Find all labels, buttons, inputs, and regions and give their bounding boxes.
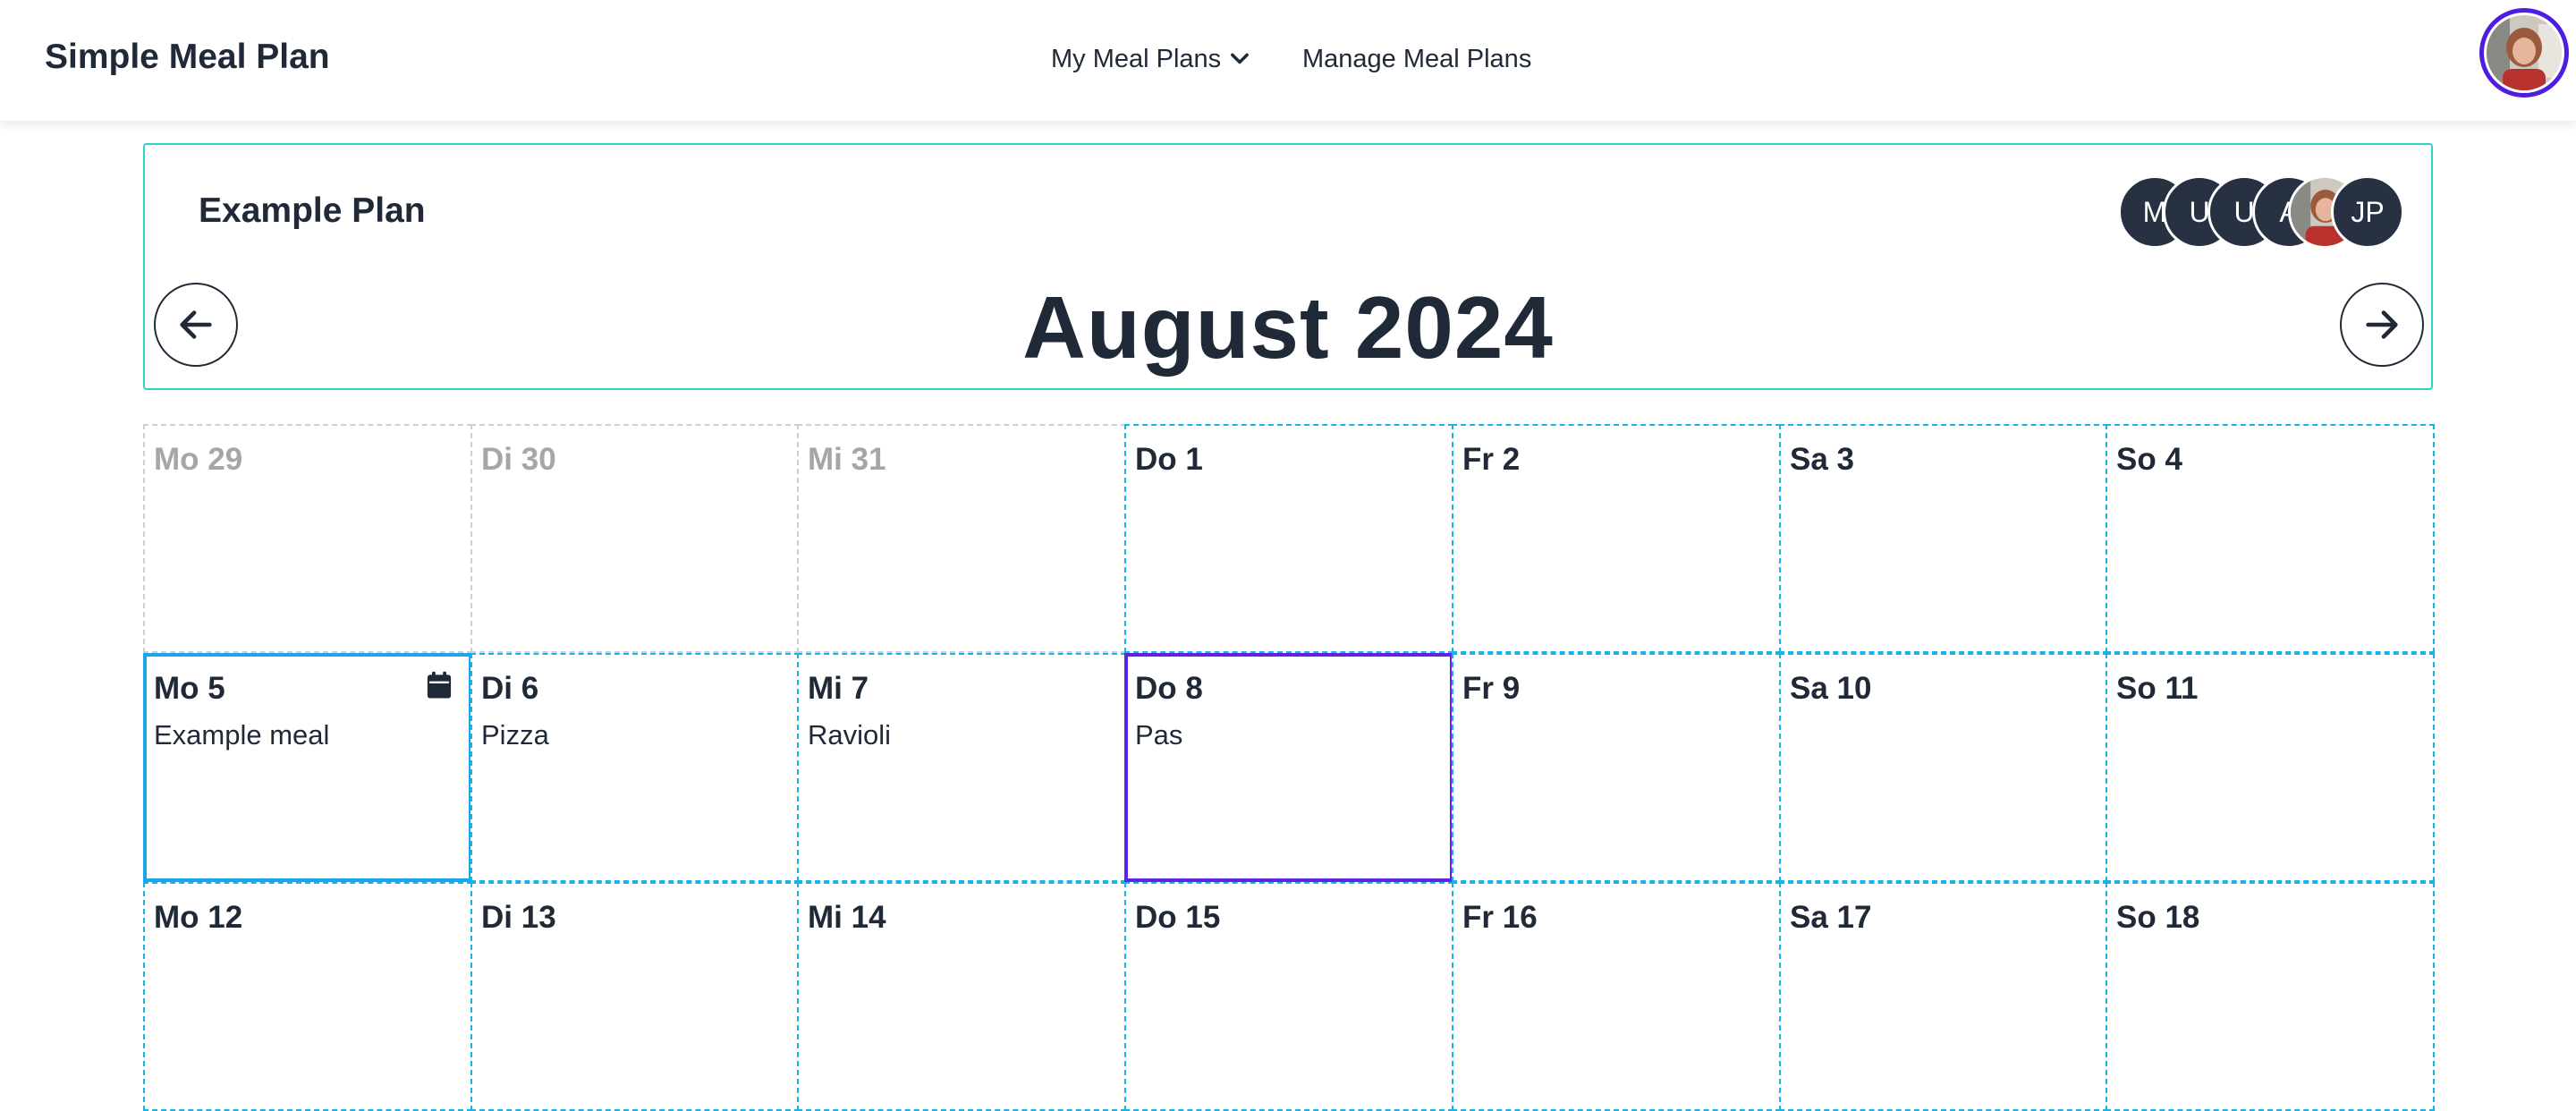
day-label: Mi 7 (808, 671, 869, 706)
day-cell[interactable]: Sa 10 (1779, 653, 2108, 882)
day-label: Fr 2 (1462, 442, 1521, 477)
member-avatar[interactable]: JP (2331, 175, 2404, 249)
day-label: Fr 16 (1462, 900, 1538, 935)
month-title: August 2024 (1022, 278, 1554, 377)
day-label: Mi 31 (808, 442, 886, 477)
nav-manage-meal-plans[interactable]: Manage Meal Plans (1302, 45, 1531, 74)
meal-name[interactable]: Ravioli (808, 719, 891, 751)
day-label: Sa 17 (1790, 900, 1872, 935)
day-label: Di 30 (481, 442, 556, 477)
day-cell[interactable]: Di 6 Pizza (470, 653, 800, 882)
day-label: Do 1 (1135, 442, 1203, 477)
day-label: Sa 10 (1790, 671, 1872, 706)
day-label: Mi 14 (808, 900, 886, 935)
day-label: So 4 (2116, 442, 2182, 477)
chevron-down-icon[interactable] (1227, 47, 1252, 72)
day-label: Do 15 (1135, 900, 1221, 935)
day-cell[interactable]: Sa 17 (1779, 882, 2108, 1111)
day-cell[interactable]: Mo 12 (143, 882, 472, 1111)
avatar-photo (2487, 15, 2562, 90)
day-cell[interactable]: So 18 (2106, 882, 2435, 1111)
day-cell[interactable]: Do 1 (1124, 424, 1453, 653)
day-label: Di 6 (481, 671, 539, 706)
meal-name[interactable]: Pas (1135, 719, 1182, 751)
day-cell[interactable]: Di 13 (470, 882, 800, 1111)
plan-header-card: Example Plan M U U A JP August 2024 (143, 143, 2433, 390)
meal-name[interactable]: Pizza (481, 719, 549, 751)
next-month-button[interactable] (2340, 283, 2424, 367)
day-label: So 18 (2116, 900, 2200, 935)
member-initials: JP (2351, 195, 2385, 228)
day-cell[interactable]: Do 15 (1124, 882, 1453, 1111)
top-navbar: Simple Meal Plan My Meal Plans Manage Me… (0, 0, 2576, 122)
day-label: Do 8 (1135, 671, 1203, 706)
arrow-right-icon (2366, 310, 2398, 339)
day-cell[interactable]: Mi 31 (797, 424, 1126, 653)
meal-name[interactable]: Example meal (154, 719, 329, 751)
day-cell[interactable]: Fr 16 (1452, 882, 1781, 1111)
day-cell[interactable]: Sa 3 (1779, 424, 2108, 653)
day-label: Sa 3 (1790, 442, 1854, 477)
day-cell[interactable]: So 4 (2106, 424, 2435, 653)
day-cell[interactable]: Di 30 (470, 424, 800, 653)
day-cell[interactable]: Fr 9 (1452, 653, 1781, 882)
app-brand[interactable]: Simple Meal Plan (45, 38, 330, 77)
nav-my-meal-plans[interactable]: My Meal Plans (1051, 45, 1221, 74)
day-cell[interactable]: Mi 7 Ravioli (797, 653, 1126, 882)
day-cell[interactable]: Fr 2 (1452, 424, 1781, 653)
user-avatar[interactable] (2479, 8, 2569, 98)
plan-name: Example Plan (199, 191, 426, 230)
day-label: Mo 5 (154, 671, 225, 706)
day-label: Fr 9 (1462, 671, 1521, 706)
calendar-grid: Mo 29 Di 30 Mi 31 Do 1 Fr 2 Sa 3 So 4 Mo 5 Examp… (143, 424, 2435, 1111)
day-cell[interactable]: Do 8 Pas (1124, 653, 1453, 882)
day-cell[interactable]: So 11 (2106, 653, 2435, 882)
calendar-icon[interactable] (426, 671, 453, 700)
day-label: So 11 (2116, 671, 2199, 706)
day-cell[interactable]: Mo 5 Example meal (143, 653, 472, 882)
day-cell[interactable]: Mi 14 (797, 882, 1126, 1111)
plan-members: M U U A JP (2118, 175, 2404, 249)
day-label: Di 13 (481, 900, 556, 935)
day-cell[interactable]: Mo 29 (143, 424, 472, 653)
day-label: Mo 29 (154, 442, 243, 477)
day-label: Mo 12 (154, 900, 243, 935)
